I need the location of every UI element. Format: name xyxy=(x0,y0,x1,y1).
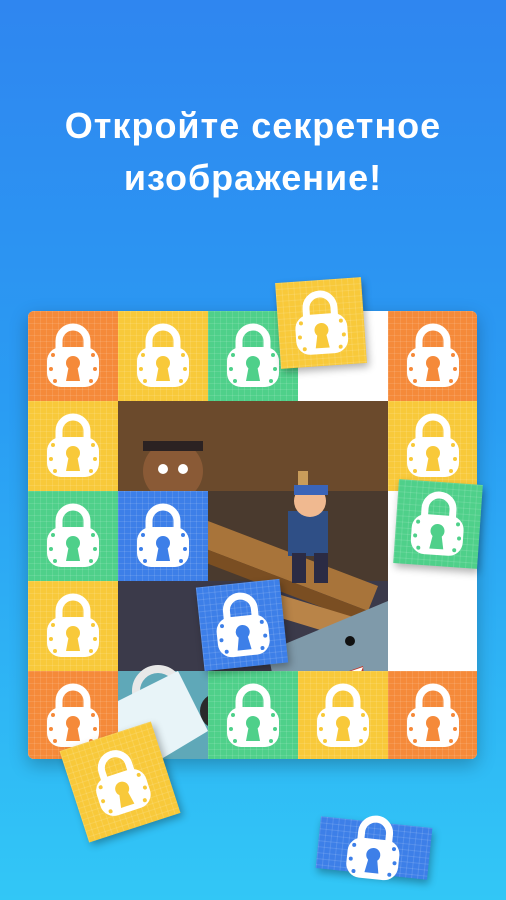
lock-icon xyxy=(47,413,99,477)
floating-lock-tile[interactable] xyxy=(275,277,367,369)
locked-tile[interactable] xyxy=(28,581,118,671)
locked-tile[interactable] xyxy=(28,491,118,581)
locked-tile[interactable] xyxy=(118,491,208,581)
locked-tile[interactable] xyxy=(388,311,477,401)
floating-lock-tile[interactable] xyxy=(195,578,289,672)
lock-icon xyxy=(47,503,99,567)
lock-icon xyxy=(407,683,459,747)
floating-lock-tile[interactable] xyxy=(315,815,433,881)
headline-line-1: Откройте секретное xyxy=(64,105,442,146)
lock-icon xyxy=(137,503,189,567)
lock-icon xyxy=(407,413,459,477)
lock-icon xyxy=(47,593,99,657)
lock-icon xyxy=(407,323,459,387)
headline-line-2: изображение! xyxy=(123,157,383,198)
locked-tile[interactable] xyxy=(388,401,477,491)
lock-icon xyxy=(216,592,270,658)
lock-icon xyxy=(317,683,369,747)
floating-lock-tile[interactable] xyxy=(393,479,483,569)
lock-icon xyxy=(47,323,99,387)
lock-icon xyxy=(227,323,279,387)
locked-tile[interactable] xyxy=(208,671,298,759)
locked-tile[interactable] xyxy=(298,671,388,759)
lock-icon xyxy=(137,323,189,387)
lock-icon xyxy=(227,683,279,747)
locked-tile[interactable] xyxy=(28,311,118,401)
locked-tile[interactable] xyxy=(28,401,118,491)
headline: Откройте секретное изображение! xyxy=(0,100,506,204)
lock-icon xyxy=(295,290,349,355)
lock-icon xyxy=(96,750,151,816)
lock-icon xyxy=(410,491,464,556)
lock-icon xyxy=(346,815,400,881)
locked-tile[interactable] xyxy=(388,671,477,759)
locked-tile[interactable] xyxy=(118,311,208,401)
